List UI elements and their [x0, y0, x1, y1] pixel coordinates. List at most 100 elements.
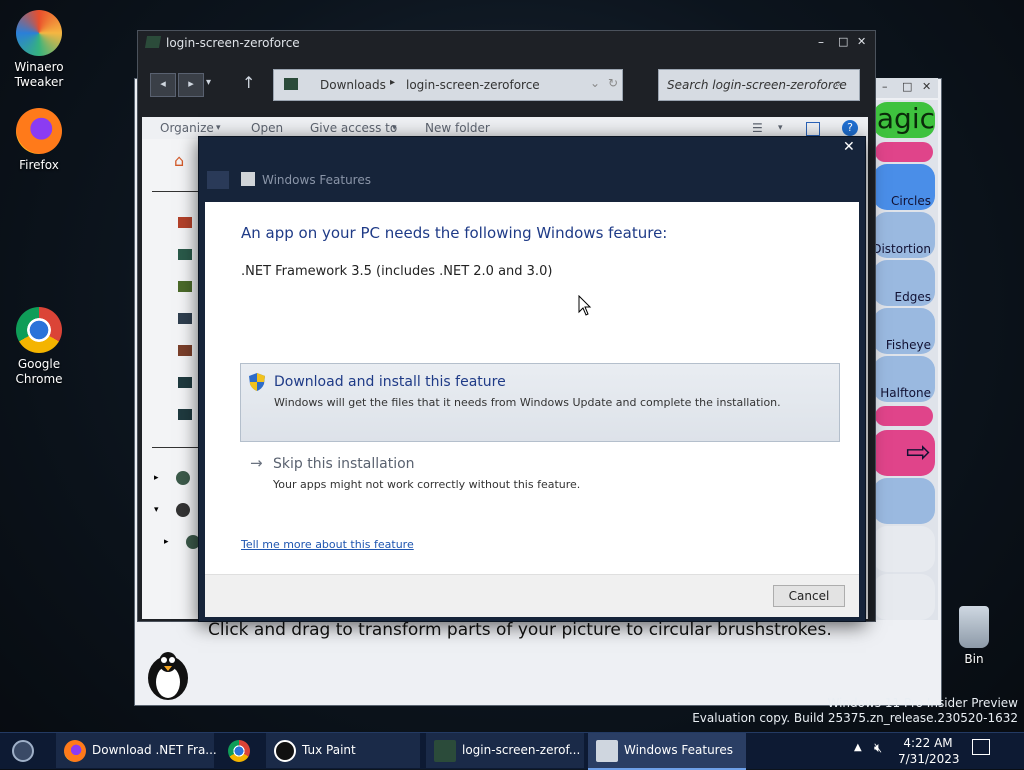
- volume-muted-icon[interactable]: 🔇︎: [874, 741, 882, 756]
- desktop-icon-winaero[interactable]: Winaero Tweaker: [3, 10, 75, 90]
- chevron-down-icon[interactable]: ⌄: [590, 76, 600, 90]
- desktop-icon-label: Google: [17, 357, 61, 371]
- show-hidden-icons-chevron[interactable]: ▲: [854, 742, 862, 753]
- windows-features-dialog: ✕ Windows Features An app on your PC nee…: [198, 136, 866, 622]
- option-title: Download and install this feature: [274, 374, 506, 390]
- taskbar-item-explorer[interactable]: login-screen-zerof...: [426, 733, 584, 768]
- back-button[interactable]: ◂: [150, 73, 176, 97]
- up-arrow-icon[interactable]: ↑: [242, 73, 255, 92]
- clock-date: 7/31/2023: [898, 752, 960, 766]
- tuxpaint-status-message: Click and drag to transform parts of you…: [208, 620, 832, 640]
- expand-chevron-icon[interactable]: ▸: [164, 537, 169, 547]
- tool-fisheye[interactable]: Fisheye: [873, 308, 935, 354]
- close-icon[interactable]: ✕: [857, 35, 866, 48]
- right-arrow-icon: →: [250, 454, 263, 472]
- view-options-icon[interactable]: ☰: [752, 121, 763, 135]
- desktop-icon-label: Tweaker: [14, 75, 64, 89]
- nav-item-icon[interactable]: [178, 217, 192, 228]
- tool-arrow[interactable]: ⇨: [873, 430, 935, 476]
- dialog-heading: An app on your PC needs the following Wi…: [241, 224, 668, 242]
- refresh-icon[interactable]: ↻: [608, 76, 618, 90]
- feature-name: .NET Framework 3.5 (includes .NET 2.0 an…: [241, 264, 553, 279]
- tool-edges[interactable]: Edges: [873, 260, 935, 306]
- start-button[interactable]: [4, 733, 44, 768]
- divider: [152, 447, 198, 448]
- firefox-icon: [64, 740, 86, 762]
- forward-button[interactable]: ▸: [178, 73, 204, 97]
- back-arrow-icon[interactable]: [207, 171, 229, 189]
- notifications-icon[interactable]: [972, 739, 990, 755]
- start-icon: [12, 740, 34, 762]
- tux-icon: [274, 740, 296, 762]
- watermark-line: Evaluation copy. Build 25375.zn_release.…: [692, 711, 1018, 725]
- tuxpaint-magic-tools: agic Circles Distortion Edges Fisheye Ha…: [872, 100, 938, 620]
- download-install-option[interactable]: Download and install this feature Window…: [240, 363, 840, 442]
- divider: [152, 191, 198, 192]
- taskbar-item-chrome[interactable]: [218, 733, 260, 768]
- search-input[interactable]: Search login-screen-zeroforce ⌕: [658, 69, 860, 101]
- taskbar-item-firefox[interactable]: Download .NET Fra...: [56, 733, 217, 768]
- expand-chevron-icon[interactable]: ▸: [154, 473, 159, 483]
- nav-item-icon[interactable]: [178, 281, 192, 292]
- nav-item-icon[interactable]: [178, 409, 192, 420]
- address-bar[interactable]: Downloads ▸ login-screen-zeroforce ⌄ ↻: [273, 69, 623, 101]
- close-icon[interactable]: ✕: [922, 80, 931, 93]
- search-icon: ⌕: [835, 76, 842, 90]
- tell-me-more-link[interactable]: Tell me more about this feature: [241, 538, 414, 551]
- tuxpaint-titlebar: – □ ✕: [876, 78, 938, 98]
- tool-label: Halftone: [880, 386, 931, 400]
- chevron-down-icon: ▾: [392, 123, 397, 133]
- system-clock[interactable]: 4:22 AM 7/31/2023: [898, 733, 960, 767]
- give-access-menu[interactable]: Give access to: [310, 121, 397, 135]
- cancel-button[interactable]: Cancel: [773, 585, 845, 607]
- nav-item-icon[interactable]: [178, 377, 192, 388]
- scroll-down-button[interactable]: [875, 406, 933, 426]
- firefox-icon: [16, 108, 62, 154]
- breadcrumb-downloads[interactable]: Downloads: [320, 78, 386, 92]
- preview-pane-icon[interactable]: [806, 122, 820, 136]
- desktop-icon-chrome[interactable]: Google Chrome: [3, 307, 75, 387]
- nav-item-icon[interactable]: [178, 313, 192, 324]
- skip-installation-option[interactable]: → Skip this installation Your apps might…: [240, 454, 838, 500]
- minimize-icon[interactable]: –: [882, 80, 888, 93]
- open-button[interactable]: Open: [251, 121, 283, 135]
- desktop-icon-firefox[interactable]: Firefox: [3, 108, 75, 173]
- taskbar-item-windows-features[interactable]: Windows Features: [588, 733, 746, 770]
- taskbar: Download .NET Fra... Tux Paint login-scr…: [0, 732, 1024, 770]
- tool-empty: [873, 574, 935, 620]
- close-icon[interactable]: ✕: [843, 139, 855, 155]
- taskbar-item-tuxpaint[interactable]: Tux Paint: [266, 733, 420, 768]
- tool-halftone[interactable]: Halftone: [873, 356, 935, 402]
- tool-circles[interactable]: Circles: [873, 164, 935, 210]
- home-icon[interactable]: ⌂: [174, 151, 184, 170]
- breadcrumb-current[interactable]: login-screen-zeroforce: [406, 78, 540, 92]
- collapse-chevron-icon[interactable]: ▾: [154, 505, 159, 515]
- option-description: Windows will get the files that it needs…: [274, 396, 781, 409]
- tool-label: Edges: [894, 290, 931, 304]
- chevron-down-icon: ▾: [216, 123, 221, 133]
- magic-title-text: agic: [876, 102, 935, 135]
- desktop-icon-label: Bin: [964, 652, 984, 666]
- minimize-icon[interactable]: –: [818, 35, 824, 49]
- chrome-icon: [16, 307, 62, 353]
- folder-icon: [434, 740, 456, 762]
- uac-shield-icon: [249, 373, 265, 391]
- desktop-icon-recycle-bin[interactable]: Bin: [938, 606, 1010, 667]
- recent-locations-chevron-icon[interactable]: ▾: [206, 77, 211, 88]
- new-folder-button[interactable]: New folder: [425, 121, 490, 135]
- settings-gear-icon[interactable]: [176, 503, 190, 517]
- tool-label: Fisheye: [885, 338, 931, 352]
- scroll-up-button[interactable]: [875, 142, 933, 162]
- maximize-icon[interactable]: □: [902, 80, 912, 93]
- organize-menu[interactable]: Organize: [160, 121, 214, 135]
- nav-item-icon[interactable]: [178, 345, 192, 356]
- network-icon[interactable]: [176, 471, 190, 485]
- tool-label: Circles: [891, 194, 931, 208]
- maximize-icon[interactable]: □: [838, 35, 848, 48]
- nav-item-icon[interactable]: [178, 249, 192, 260]
- magic-title-banner: agic: [873, 102, 935, 138]
- tool-distortion[interactable]: Distortion: [872, 212, 935, 258]
- taskbar-item-label: login-screen-zerof...: [462, 743, 581, 757]
- help-icon[interactable]: ?: [842, 120, 858, 136]
- tool-magic-wand[interactable]: [873, 478, 935, 524]
